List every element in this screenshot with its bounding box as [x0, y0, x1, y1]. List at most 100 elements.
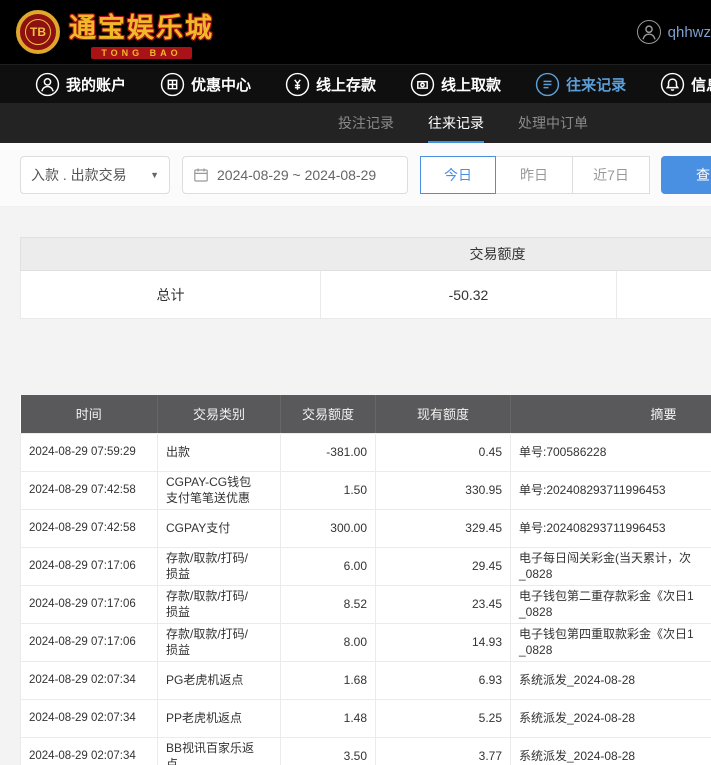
user-icon — [35, 72, 60, 97]
nav-item-label: 线上取款 — [441, 74, 501, 95]
cell-time: 2024-08-29 07:42:58 — [21, 509, 158, 547]
table-row: 2024-08-29 07:59:29出款-381.000.45单号:70058… — [21, 433, 711, 471]
top-bar: TB 通宝娱乐城 TONG BAO qhhwz — [0, 0, 711, 64]
column-header-time: 时间 — [21, 395, 158, 433]
column-header-balance: 现有额度 — [376, 395, 511, 433]
nav-item-messages[interactable]: 信息 — [660, 72, 711, 97]
cell-type: BB视讯百家乐返 点 — [158, 737, 281, 765]
main-nav: 我的账户 优惠中心 线上存款 线上取款 — [0, 64, 711, 103]
site-name-latin: TONG BAO — [91, 47, 191, 59]
yesterday-button[interactable]: 昨日 — [495, 156, 573, 194]
table-row: 2024-08-29 07:17:06存款/取款/打码/ 损益6.0029.45… — [21, 547, 711, 585]
cell-summary: 系统派发_2024-08-28 — [511, 737, 711, 765]
cell-balance: 23.45 — [376, 585, 511, 623]
today-button[interactable]: 今日 — [420, 156, 496, 194]
summary-table: 交易额度 总计 -50.32 — [20, 237, 711, 319]
cell-type: PG老虎机返点 — [158, 661, 281, 699]
cell-summary: 单号:700586228 — [511, 433, 711, 471]
cell-balance: 5.25 — [376, 699, 511, 737]
cell-time: 2024-08-29 07:17:06 — [21, 547, 158, 585]
user-avatar-icon[interactable] — [637, 20, 661, 44]
cell-amount: 1.68 — [281, 661, 376, 699]
cell-type: CGPAY支付 — [158, 509, 281, 547]
logo[interactable]: TB 通宝娱乐城 TONG BAO — [16, 6, 214, 59]
cell-amount: 300.00 — [281, 509, 376, 547]
table-row: 2024-08-29 02:07:34PP老虎机返点1.485.25系统派发_2… — [21, 699, 711, 737]
nav-item-deposit[interactable]: 线上存款 — [285, 72, 376, 97]
records-list-icon — [535, 72, 560, 97]
site-name: 通宝娱乐城 — [69, 6, 214, 45]
tab-betting-records[interactable]: 投注记录 — [338, 103, 394, 143]
cell-summary: 单号:202408293711996453 — [511, 471, 711, 509]
nav-item-my-account[interactable]: 我的账户 — [35, 72, 126, 97]
cell-amount: 6.00 — [281, 547, 376, 585]
logo-text: 通宝娱乐城 TONG BAO — [69, 6, 214, 59]
cell-type: 存款/取款/打码/ 损益 — [158, 585, 281, 623]
cell-time: 2024-08-29 07:42:58 — [21, 471, 158, 509]
username[interactable]: qhhwz — [668, 24, 711, 41]
deposit-coin-icon — [285, 72, 310, 97]
nav-item-withdraw[interactable]: 线上取款 — [410, 72, 501, 97]
summary-empty-cell — [617, 271, 711, 318]
cell-balance: 0.45 — [376, 433, 511, 471]
nav-item-label: 优惠中心 — [191, 74, 251, 95]
cell-balance: 330.95 — [376, 471, 511, 509]
summary-total-label: 总计 — [21, 271, 321, 318]
nav-item-records[interactable]: 往来记录 — [535, 72, 626, 97]
table-row: 2024-08-29 02:07:34BB视讯百家乐返 点3.503.77系统派… — [21, 737, 711, 765]
table-row: 2024-08-29 02:07:34PG老虎机返点1.686.93系统派发_2… — [21, 661, 711, 699]
table-row: 2024-08-29 07:17:06存款/取款/打码/ 损益8.0014.93… — [21, 623, 711, 661]
cell-amount: 1.50 — [281, 471, 376, 509]
cell-type: PP老虎机返点 — [158, 699, 281, 737]
cell-amount: 8.52 — [281, 585, 376, 623]
withdraw-note-icon — [410, 72, 435, 97]
transactions-table: 时间 交易类别 交易额度 现有额度 摘要 2024-08-29 07:59:29… — [20, 395, 711, 765]
cell-balance: 329.45 — [376, 509, 511, 547]
bell-icon — [660, 72, 685, 97]
nav-item-label: 我的账户 — [66, 74, 126, 95]
column-header-summary: 摘要 — [511, 395, 711, 433]
cell-time: 2024-08-29 02:07:34 — [21, 737, 158, 765]
tab-processing-orders[interactable]: 处理中订单 — [518, 103, 588, 143]
nav-item-label: 往来记录 — [566, 74, 626, 95]
sub-nav: 投注记录 往来记录 处理中订单 — [0, 103, 711, 143]
table-row: 2024-08-29 07:42:58CGPAY支付300.00329.45单号… — [21, 509, 711, 547]
cell-type: CGPAY-CG钱包 支付笔笔送优惠 — [158, 471, 281, 509]
date-range-value: 2024-08-29 ~ 2024-08-29 — [217, 167, 376, 183]
cell-time: 2024-08-29 02:07:34 — [21, 699, 158, 737]
promo-grid-icon — [160, 72, 185, 97]
cell-summary: 单号:202408293711996453 — [511, 509, 711, 547]
cell-time: 2024-08-29 02:07:34 — [21, 661, 158, 699]
cell-summary: 电子钱包第四重取款彩金《次日1 _0828 — [511, 623, 711, 661]
transaction-type-value: 入款 . 出款交易 — [31, 165, 127, 185]
cell-amount: 8.00 — [281, 623, 376, 661]
summary-total-value: -50.32 — [321, 271, 617, 318]
nav-item-promotions[interactable]: 优惠中心 — [160, 72, 251, 97]
cell-summary: 系统派发_2024-08-28 — [511, 699, 711, 737]
cell-time: 2024-08-29 07:59:29 — [21, 433, 158, 471]
column-header-type: 交易类别 — [158, 395, 281, 433]
cell-balance: 14.93 — [376, 623, 511, 661]
cell-type: 存款/取款/打码/ 损益 — [158, 623, 281, 661]
cell-time: 2024-08-29 07:17:06 — [21, 585, 158, 623]
filter-bar: 入款 . 出款交易 ▼ 2024-08-29 ~ 2024-08-29 今日 昨… — [0, 143, 711, 207]
user-area: qhhwz — [637, 20, 711, 44]
page: TB 通宝娱乐城 TONG BAO qhhwz 我的账户 — [0, 0, 711, 765]
nav-item-label: 线上存款 — [316, 74, 376, 95]
cell-time: 2024-08-29 07:17:06 — [21, 623, 158, 661]
date-range-picker[interactable]: 2024-08-29 ~ 2024-08-29 — [182, 156, 408, 194]
cell-amount: 3.50 — [281, 737, 376, 765]
search-button[interactable]: 查询 — [661, 156, 711, 194]
cell-amount: 1.48 — [281, 699, 376, 737]
tab-transaction-records[interactable]: 往来记录 — [428, 103, 484, 143]
logo-chip-icon: TB — [16, 10, 60, 54]
nav-item-label: 信息 — [691, 74, 711, 95]
table-header: 时间 交易类别 交易额度 现有额度 摘要 — [21, 395, 711, 433]
last7days-button[interactable]: 近7日 — [572, 156, 650, 194]
transaction-type-select[interactable]: 入款 . 出款交易 ▼ — [20, 156, 170, 194]
cell-summary: 电子每日闯关彩金(当天累计，次 _0828 — [511, 547, 711, 585]
cell-balance: 29.45 — [376, 547, 511, 585]
cell-balance: 6.93 — [376, 661, 511, 699]
summary-header: 交易额度 — [20, 237, 711, 271]
summary-total-row: 总计 -50.32 — [20, 271, 711, 319]
